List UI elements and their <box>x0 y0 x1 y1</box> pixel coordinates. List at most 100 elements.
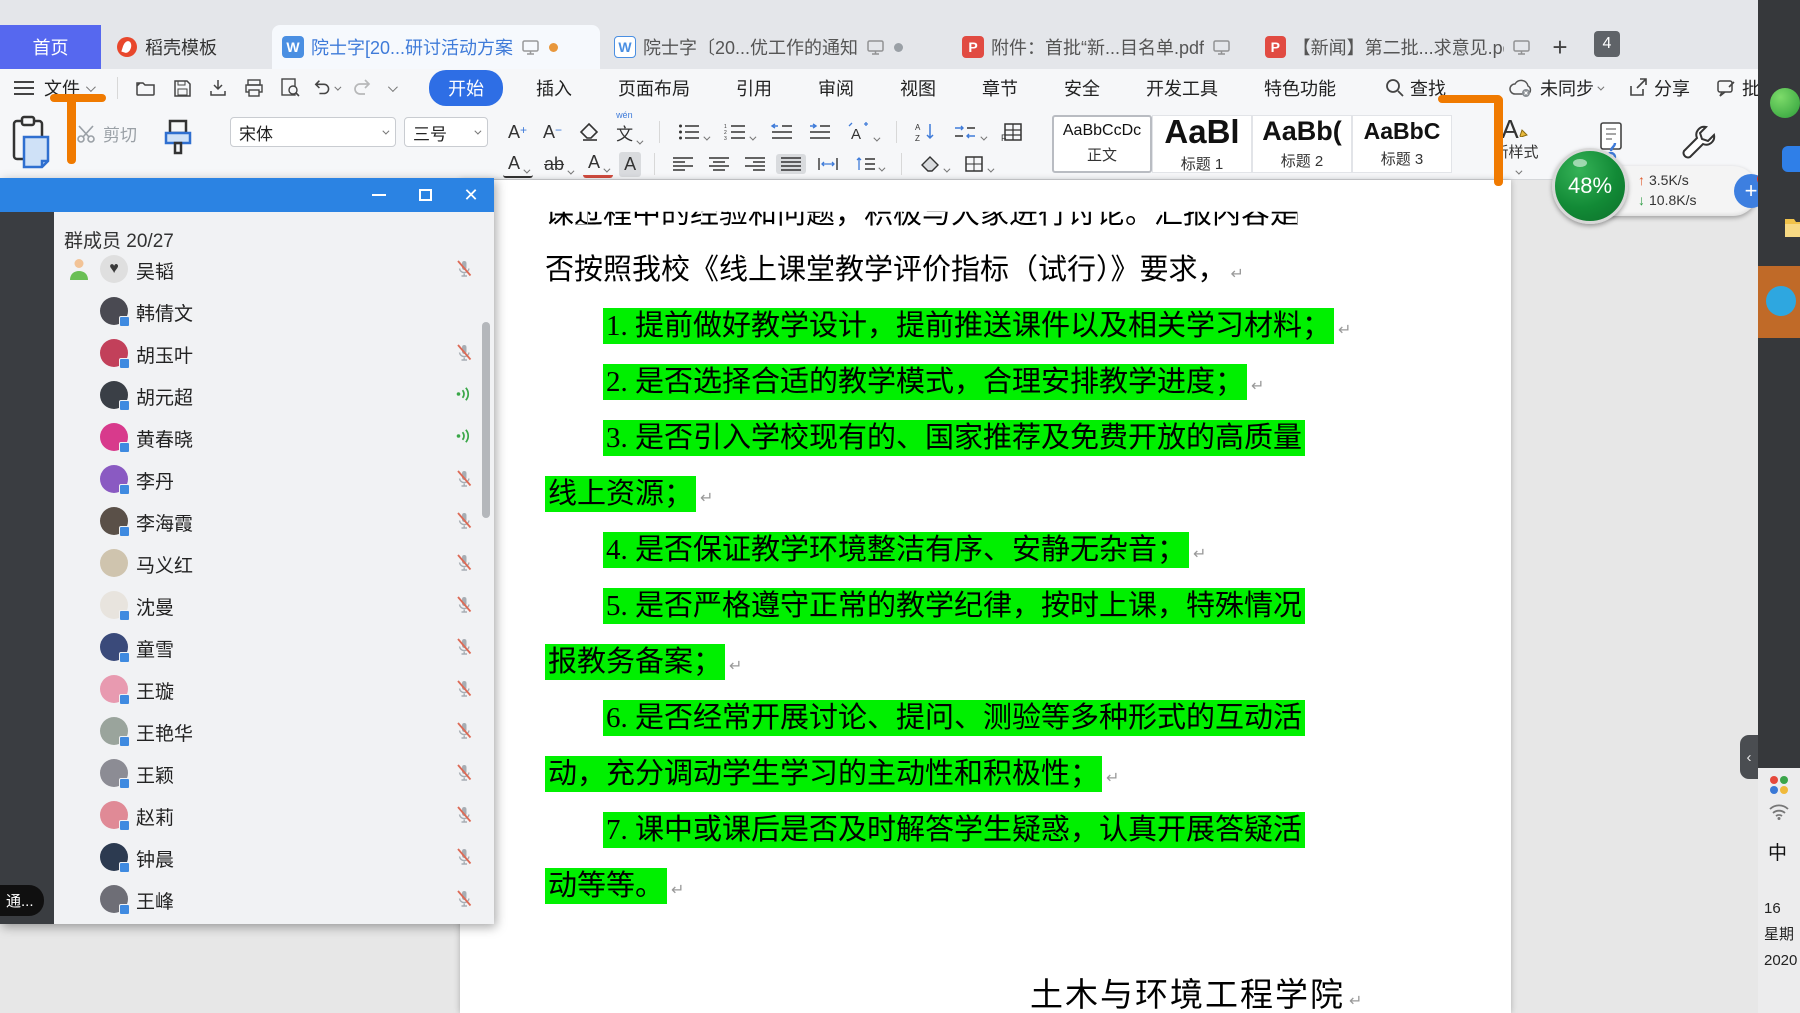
clear-format-button[interactable] <box>573 120 605 144</box>
call-status-badge[interactable]: 通... <box>0 885 44 916</box>
undo-dropdown-icon[interactable] <box>335 83 342 90</box>
tab-count-badge[interactable]: 4 <box>1594 31 1620 57</box>
sync-dropdown-icon[interactable] <box>1597 83 1604 90</box>
mic-speaking-icon[interactable] <box>454 384 476 406</box>
member-row[interactable]: 钟晨 <box>54 836 476 878</box>
font-name-dropdown-icon[interactable] <box>382 127 389 134</box>
member-row[interactable]: 李丹 <box>54 458 476 500</box>
line-spacing-button[interactable] <box>850 154 888 174</box>
align-right-button[interactable] <box>740 154 770 174</box>
orange-app-window[interactable] <box>1758 266 1800 338</box>
print-button[interactable] <box>241 75 267 101</box>
style-preset-标题 2[interactable]: AaBb(标题 2 <box>1252 115 1352 173</box>
document-text-line[interactable]: 4. 是否保证教学环境整洁有序、安静无杂音；↵ <box>545 522 1305 578</box>
format-painter-button[interactable] <box>158 117 198 169</box>
font-size-dropdown-icon[interactable] <box>474 127 481 134</box>
new-tab-button[interactable]: + <box>1543 30 1577 64</box>
output-button[interactable] <box>205 75 231 101</box>
member-row[interactable]: 韩倩文 <box>54 290 476 332</box>
close-button[interactable]: ✕ <box>448 178 494 212</box>
folder-icon[interactable] <box>1784 216 1800 238</box>
document-text-line[interactable]: 1. 提前做好教学设计，提前推送课件以及相关学习材料；↵ <box>545 298 1305 354</box>
wifi-icon[interactable] <box>1768 802 1790 820</box>
style-preset-标题 1[interactable]: AaBl标题 1 <box>1152 115 1252 173</box>
increase-indent-button[interactable] <box>803 121 835 143</box>
document-text-line[interactable]: 2. 是否选择合适的教学模式，合理安排教学进度；↵ <box>545 354 1305 410</box>
document-text-line[interactable]: 动，充分调动学生学习的主动性和积极性；↵ <box>545 746 1305 802</box>
mic-muted-icon[interactable] <box>454 888 476 910</box>
blue-app-icon[interactable] <box>1782 146 1800 172</box>
print-preview-button[interactable] <box>277 75 303 101</box>
document-tab[interactable]: W院士字〔20...优工作的通知 <box>604 25 948 69</box>
underline-button[interactable]: A <box>503 151 533 178</box>
toolbar-overflow-icon[interactable] <box>388 82 398 92</box>
bullet-list-button[interactable] <box>673 121 713 143</box>
member-row[interactable]: 王璇 <box>54 668 476 710</box>
sync-status-button[interactable]: 未同步 <box>1508 75 1602 101</box>
ribbon-tab-开发工具[interactable]: 开发工具 <box>1146 70 1218 106</box>
show-paragraph-marks-button[interactable] <box>948 121 990 143</box>
mic-muted-icon[interactable] <box>454 342 476 364</box>
ribbon-tab-页面布局[interactable]: 页面布局 <box>618 70 690 106</box>
ribbon-tab-安全[interactable]: 安全 <box>1064 70 1100 106</box>
undo-button[interactable] <box>313 75 339 101</box>
font-color-button[interactable]: A <box>583 150 613 178</box>
redo-button[interactable] <box>349 75 375 101</box>
numbered-list-button[interactable]: 123 <box>719 121 759 143</box>
ribbon-tab-特色功能[interactable]: 特色功能 <box>1264 70 1336 106</box>
mic-muted-icon[interactable] <box>454 804 476 826</box>
distribute-button[interactable] <box>812 154 844 174</box>
increase-font-button[interactable]: A+ <box>503 120 532 145</box>
member-row[interactable]: 王颖 <box>54 752 476 794</box>
ribbon-tab-视图[interactable]: 视图 <box>900 70 936 106</box>
strikethrough-button[interactable]: ab <box>539 152 577 177</box>
document-text-line[interactable]: 6. 是否经常开展讨论、提问、测验等多种形式的互动活 <box>545 690 1305 746</box>
mic-muted-icon[interactable] <box>454 762 476 784</box>
align-center-button[interactable] <box>704 154 734 174</box>
style-preset-标题 3[interactable]: AaBbC标题 3 <box>1352 115 1452 173</box>
tab-template[interactable]: 稻壳模板 <box>103 25 271 69</box>
document-page[interactable]: 课过程中的经验和问题，积极与大家进行讨论。汇报内容是否按照我校《线上课堂教学评价… <box>460 180 1511 1013</box>
font-size-select[interactable]: 三号 <box>404 117 488 147</box>
member-row[interactable]: 王艳华 <box>54 710 476 752</box>
collapse-panel-tab[interactable]: ‹ <box>1740 735 1758 779</box>
ribbon-tab-引用[interactable]: 引用 <box>736 70 772 106</box>
decrease-font-button[interactable]: A− <box>538 120 567 145</box>
member-row[interactable]: 王峰 <box>54 878 476 920</box>
sort-button[interactable]: AZ <box>910 120 942 144</box>
panel-scrollbar[interactable] <box>482 322 490 518</box>
insert-table-button[interactable]: F <box>996 120 1028 144</box>
document-tab[interactable]: P附件：首批“新...目名单.pdf <box>952 25 1252 69</box>
shading-button[interactable] <box>915 153 953 175</box>
member-row[interactable]: 马义红 <box>54 542 476 584</box>
document-text-line[interactable]: 7. 课中或课后是否及时解答学生疑惑，认真开展答疑活 <box>545 802 1305 858</box>
mic-muted-icon[interactable] <box>454 552 476 574</box>
document-text-line[interactable]: 报教务备案；↵ <box>545 634 1305 690</box>
member-row[interactable]: 童雪 <box>54 626 476 668</box>
health-score-ball[interactable]: 48% <box>1552 148 1628 224</box>
maximize-button[interactable] <box>402 178 448 212</box>
mic-muted-icon[interactable] <box>454 636 476 658</box>
comment-button[interactable]: 批 <box>1716 75 1760 101</box>
member-row[interactable]: 胡元超 <box>54 374 476 416</box>
cut-button[interactable]: 剪切 <box>76 121 137 146</box>
pinyin-guide-button[interactable]: 文 <box>611 118 646 147</box>
ribbon-tab-开始[interactable]: 开始 <box>429 70 503 106</box>
mic-muted-icon[interactable] <box>454 594 476 616</box>
network-speed-widget[interactable]: 48% ↑3.5K/s ↓10.8K/s + <box>1552 148 1758 228</box>
member-row[interactable]: 李海霞 <box>54 500 476 542</box>
ribbon-tab-审阅[interactable]: 审阅 <box>818 70 854 106</box>
share-button[interactable]: 分享 <box>1628 75 1690 101</box>
decrease-indent-button[interactable] <box>765 121 797 143</box>
document-text-line[interactable]: 5. 是否严格遵守正常的教学纪律，按时上课，特殊情况 <box>545 578 1305 634</box>
open-folder-button[interactable] <box>133 75 159 101</box>
mic-muted-icon[interactable] <box>454 468 476 490</box>
mic-muted-icon[interactable] <box>454 846 476 868</box>
align-left-button[interactable] <box>668 154 698 174</box>
document-text-line[interactable]: 否按照我校《线上课堂教学评价指标（试行）》要求，↵ <box>545 242 1305 298</box>
document-text-line[interactable]: 线上资源；↵ <box>545 466 1305 522</box>
input-language-indicator[interactable]: 中 <box>1768 838 1787 865</box>
hamburger-menu-icon[interactable] <box>14 81 34 95</box>
mic-muted-icon[interactable] <box>454 678 476 700</box>
document-text-line[interactable]: 动等等。↵ <box>545 858 1305 914</box>
